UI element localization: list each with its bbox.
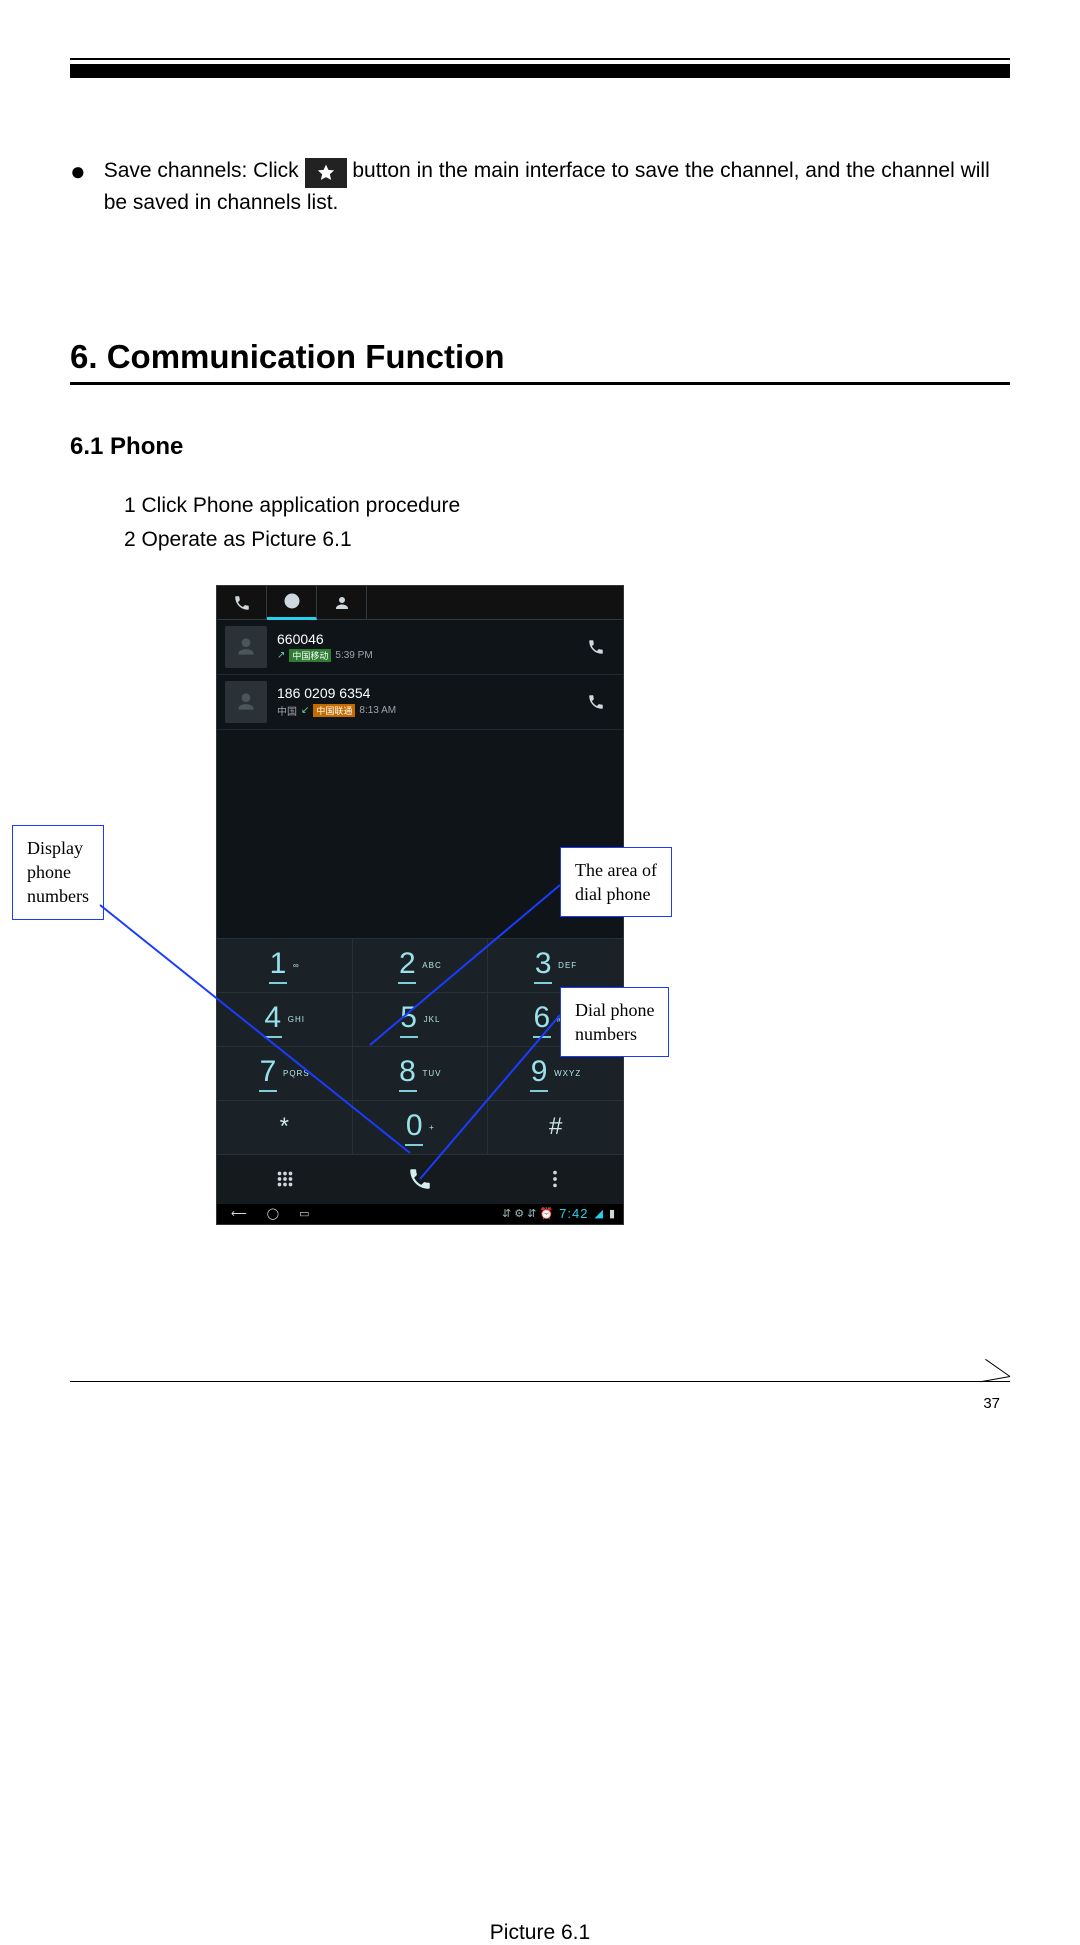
call-number: 186 0209 6354 [277, 685, 577, 701]
header-thick-rule [70, 64, 1010, 78]
step-1: Click Phone application procedure [124, 489, 1010, 523]
dialpad-key-4[interactable]: 4GHI [217, 992, 353, 1046]
dialpad-key-1[interactable]: 1∞ [217, 938, 353, 992]
header-thin-rule [70, 58, 1010, 60]
tab-contacts[interactable] [317, 586, 367, 620]
dialpad-key-5[interactable]: 5JKL [353, 992, 489, 1046]
footer-rule [70, 1381, 1010, 1382]
dialpad-key-8[interactable]: 8TUV [353, 1046, 489, 1100]
bullet-dot: ● [70, 156, 86, 218]
page-number: 37 [983, 1395, 1000, 1412]
step-2: Operate as Picture 6.1 [124, 523, 1010, 557]
callout-dial-numbers: Dial phone numbers [560, 987, 669, 1058]
callout-dial-area: The area of dial phone [560, 847, 672, 918]
android-navbar: ⟵ ◯ ▭ ⇵ ⚙ ⇵ ⏰ 7:42 ◢ ▮ [217, 1204, 623, 1224]
dialpad-key-0[interactable]: 0+ [353, 1100, 489, 1154]
dialer-action-row [217, 1154, 623, 1204]
callout-display-numbers: Display phone numbers [12, 825, 104, 920]
call-log-item[interactable]: 186 0209 6354 中国 ↙ 中国联通 8:13 AM [217, 675, 623, 730]
section-heading: 6. Communication Function [70, 338, 1010, 385]
carrier-badge: 中国联通 [313, 704, 355, 717]
call-subprefix: 中国 [277, 703, 297, 718]
phone-tabs [217, 586, 623, 620]
incoming-arrow-icon: ↙ [301, 705, 309, 716]
call-number: 660046 [277, 631, 577, 647]
figure-caption: Picture 6.1 [70, 1921, 1010, 1945]
dial-call-button[interactable] [352, 1155, 487, 1204]
battery-icon: ▮ [609, 1207, 615, 1220]
dialpad-key-3[interactable]: 3DEF [488, 938, 623, 992]
star-icon [305, 158, 347, 188]
call-time: 5:39 PM [335, 650, 372, 661]
nav-recent-icon[interactable]: ▭ [299, 1207, 309, 1220]
dialpad-key-*[interactable]: * [217, 1100, 353, 1154]
avatar-icon [225, 626, 267, 668]
nav-back-icon[interactable]: ⟵ [231, 1207, 247, 1220]
subsection-heading: 6.1 Phone [70, 433, 1010, 461]
avatar-icon [225, 681, 267, 723]
dialpad-key-#[interactable]: # [488, 1100, 623, 1154]
step-list: Click Phone application procedure Operat… [124, 489, 1010, 556]
tab-recent[interactable] [267, 586, 317, 620]
status-clock: 7:42 [559, 1206, 588, 1221]
call-log-item[interactable]: 660046 ↗ 中国移动 5:39 PM [217, 620, 623, 675]
dialpad-key-2[interactable]: 2ABC [353, 938, 489, 992]
overflow-menu-button[interactable] [488, 1155, 623, 1204]
call-back-button[interactable] [577, 638, 615, 656]
dialpad-key-7[interactable]: 7PQRS [217, 1046, 353, 1100]
carrier-badge: 中国移动 [289, 649, 331, 662]
status-icons: ⇵ ⚙ ⇵ ⏰ [502, 1207, 553, 1220]
bullet-prefix: Save channels: Click [104, 159, 299, 182]
call-back-button[interactable] [577, 693, 615, 711]
outgoing-arrow-icon: ↗ [277, 650, 285, 661]
dialpad-toggle-button[interactable] [217, 1155, 352, 1204]
call-time: 8:13 AM [359, 705, 396, 716]
call-log: 660046 ↗ 中国移动 5:39 PM 186 0209 635 [217, 620, 623, 730]
tab-dialer[interactable] [217, 586, 267, 620]
nav-home-icon[interactable]: ◯ [267, 1207, 279, 1220]
bullet-save-channels: ● Save channels: Click button in the mai… [70, 156, 1010, 218]
figure-6-1: 660046 ↗ 中国移动 5:39 PM 186 0209 635 [70, 585, 1010, 1265]
signal-icon: ◢ [594, 1207, 602, 1220]
